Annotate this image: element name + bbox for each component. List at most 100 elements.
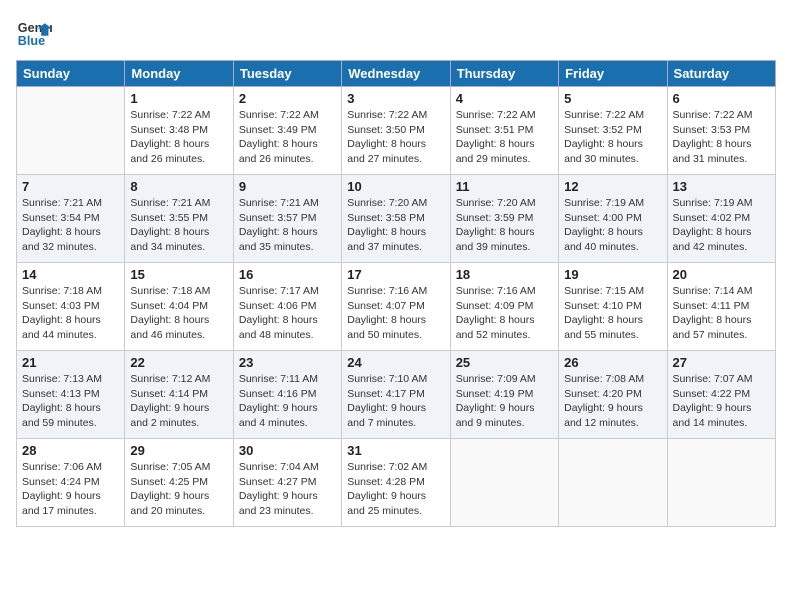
calendar-cell: 21 Sunrise: 7:13 AMSunset: 4:13 PMDayligh… — [17, 351, 125, 439]
day-info: Sunrise: 7:08 AMSunset: 4:20 PMDaylight:… — [564, 372, 661, 431]
page-header: General Blue — [16, 16, 776, 52]
calendar-cell: 31 Sunrise: 7:02 AMSunset: 4:28 PMDayligh… — [342, 439, 450, 527]
calendar-cell: 8 Sunrise: 7:21 AMSunset: 3:55 PMDaylight… — [125, 175, 233, 263]
day-info: Sunrise: 7:21 AMSunset: 3:57 PMDaylight:… — [239, 196, 336, 255]
day-number: 17 — [347, 267, 444, 282]
day-info: Sunrise: 7:22 AMSunset: 3:53 PMDaylight:… — [673, 108, 770, 167]
day-info: Sunrise: 7:21 AMSunset: 3:55 PMDaylight:… — [130, 196, 227, 255]
day-header-thursday: Thursday — [450, 61, 558, 87]
calendar-table: SundayMondayTuesdayWednesdayThursdayFrid… — [16, 60, 776, 527]
calendar-week-row: 7 Sunrise: 7:21 AMSunset: 3:54 PMDaylight… — [17, 175, 776, 263]
day-info: Sunrise: 7:18 AMSunset: 4:04 PMDaylight:… — [130, 284, 227, 343]
calendar-cell: 15 Sunrise: 7:18 AMSunset: 4:04 PMDayligh… — [125, 263, 233, 351]
calendar-cell: 5 Sunrise: 7:22 AMSunset: 3:52 PMDaylight… — [559, 87, 667, 175]
day-number: 28 — [22, 443, 119, 458]
day-number: 7 — [22, 179, 119, 194]
calendar-cell: 11 Sunrise: 7:20 AMSunset: 3:59 PMDayligh… — [450, 175, 558, 263]
day-info: Sunrise: 7:10 AMSunset: 4:17 PMDaylight:… — [347, 372, 444, 431]
calendar-cell: 10Sunrise: 7:20 AMSunset: 3:58 PMDayligh… — [342, 175, 450, 263]
calendar-cell: 14Sunrise: 7:18 AMSunset: 4:03 PMDayligh… — [17, 263, 125, 351]
calendar-week-row: 1Sunrise: 7:22 AMSunset: 3:48 PMDaylight… — [17, 87, 776, 175]
calendar-cell: 13Sunrise: 7:19 AMSunset: 4:02 PMDayligh… — [667, 175, 775, 263]
calendar-cell — [667, 439, 775, 527]
calendar-cell: 18Sunrise: 7:16 AMSunset: 4:09 PMDayligh… — [450, 263, 558, 351]
day-number: 27 — [673, 355, 770, 370]
calendar-cell: 6 Sunrise: 7:22 AMSunset: 3:53 PMDaylight… — [667, 87, 775, 175]
day-info: Sunrise: 7:04 AMSunset: 4:27 PMDaylight:… — [239, 460, 336, 519]
day-number: 12 — [564, 179, 661, 194]
day-number: 19 — [564, 267, 661, 282]
day-number: 25 — [456, 355, 553, 370]
day-info: Sunrise: 7:22 AMSunset: 3:49 PMDaylight:… — [239, 108, 336, 167]
day-number: 22 — [130, 355, 227, 370]
day-info: Sunrise: 7:15 AMSunset: 4:10 PMDaylight:… — [564, 284, 661, 343]
day-number: 3 — [347, 91, 444, 106]
day-info: Sunrise: 7:17 AMSunset: 4:06 PMDaylight:… — [239, 284, 336, 343]
day-info: Sunrise: 7:09 AMSunset: 4:19 PMDaylight:… — [456, 372, 553, 431]
day-number: 8 — [130, 179, 227, 194]
day-info: Sunrise: 7:20 AMSunset: 3:59 PMDaylight:… — [456, 196, 553, 255]
calendar-cell: 23 Sunrise: 7:11 AMSunset: 4:16 PMDayligh… — [233, 351, 341, 439]
day-header-sunday: Sunday — [17, 61, 125, 87]
calendar-cell: 30Sunrise: 7:04 AMSunset: 4:27 PMDayligh… — [233, 439, 341, 527]
day-number: 6 — [673, 91, 770, 106]
day-info: Sunrise: 7:16 AMSunset: 4:09 PMDaylight:… — [456, 284, 553, 343]
calendar-cell: 25 Sunrise: 7:09 AMSunset: 4:19 PMDayligh… — [450, 351, 558, 439]
day-info: Sunrise: 7:12 AMSunset: 4:14 PMDaylight:… — [130, 372, 227, 431]
day-info: Sunrise: 7:22 AMSunset: 3:50 PMDaylight:… — [347, 108, 444, 167]
day-number: 5 — [564, 91, 661, 106]
day-number: 2 — [239, 91, 336, 106]
day-number: 11 — [456, 179, 553, 194]
day-info: Sunrise: 7:22 AMSunset: 3:48 PMDaylight:… — [130, 108, 227, 167]
calendar-cell: 20 Sunrise: 7:14 AMSunset: 4:11 PMDayligh… — [667, 263, 775, 351]
day-info: Sunrise: 7:13 AMSunset: 4:13 PMDaylight:… — [22, 372, 119, 431]
day-number: 4 — [456, 91, 553, 106]
calendar-cell: 7 Sunrise: 7:21 AMSunset: 3:54 PMDaylight… — [17, 175, 125, 263]
day-info: Sunrise: 7:06 AMSunset: 4:24 PMDaylight:… — [22, 460, 119, 519]
day-number: 23 — [239, 355, 336, 370]
calendar-cell: 3 Sunrise: 7:22 AMSunset: 3:50 PMDaylight… — [342, 87, 450, 175]
calendar-cell — [450, 439, 558, 527]
day-info: Sunrise: 7:18 AMSunset: 4:03 PMDaylight:… — [22, 284, 119, 343]
calendar-cell: 4 Sunrise: 7:22 AMSunset: 3:51 PMDaylight… — [450, 87, 558, 175]
calendar-cell: 12 Sunrise: 7:19 AMSunset: 4:00 PMDayligh… — [559, 175, 667, 263]
calendar-cell: 24 Sunrise: 7:10 AMSunset: 4:17 PMDayligh… — [342, 351, 450, 439]
day-number: 13 — [673, 179, 770, 194]
calendar-cell: 1Sunrise: 7:22 AMSunset: 3:48 PMDaylight… — [125, 87, 233, 175]
day-info: Sunrise: 7:14 AMSunset: 4:11 PMDaylight:… — [673, 284, 770, 343]
day-number: 21 — [22, 355, 119, 370]
day-info: Sunrise: 7:22 AMSunset: 3:51 PMDaylight:… — [456, 108, 553, 167]
day-header-monday: Monday — [125, 61, 233, 87]
day-info: Sunrise: 7:05 AMSunset: 4:25 PMDaylight:… — [130, 460, 227, 519]
day-info: Sunrise: 7:16 AMSunset: 4:07 PMDaylight:… — [347, 284, 444, 343]
day-number: 31 — [347, 443, 444, 458]
calendar-cell — [17, 87, 125, 175]
calendar-cell: 17 Sunrise: 7:16 AMSunset: 4:07 PMDayligh… — [342, 263, 450, 351]
day-info: Sunrise: 7:19 AMSunset: 4:00 PMDaylight:… — [564, 196, 661, 255]
calendar-cell — [559, 439, 667, 527]
day-info: Sunrise: 7:22 AMSunset: 3:52 PMDaylight:… — [564, 108, 661, 167]
day-info: Sunrise: 7:11 AMSunset: 4:16 PMDaylight:… — [239, 372, 336, 431]
day-info: Sunrise: 7:21 AMSunset: 3:54 PMDaylight:… — [22, 196, 119, 255]
calendar-cell: 9 Sunrise: 7:21 AMSunset: 3:57 PMDaylight… — [233, 175, 341, 263]
day-number: 16 — [239, 267, 336, 282]
calendar-cell: 27 Sunrise: 7:07 AMSunset: 4:22 PMDayligh… — [667, 351, 775, 439]
day-number: 15 — [130, 267, 227, 282]
calendar-week-row: 14Sunrise: 7:18 AMSunset: 4:03 PMDayligh… — [17, 263, 776, 351]
calendar-week-row: 21 Sunrise: 7:13 AMSunset: 4:13 PMDayligh… — [17, 351, 776, 439]
day-number: 10 — [347, 179, 444, 194]
day-header-friday: Friday — [559, 61, 667, 87]
calendar-week-row: 28 Sunrise: 7:06 AMSunset: 4:24 PMDayligh… — [17, 439, 776, 527]
day-number: 24 — [347, 355, 444, 370]
calendar-cell: 26 Sunrise: 7:08 AMSunset: 4:20 PMDayligh… — [559, 351, 667, 439]
logo: General Blue — [16, 16, 52, 52]
day-info: Sunrise: 7:07 AMSunset: 4:22 PMDaylight:… — [673, 372, 770, 431]
day-number: 9 — [239, 179, 336, 194]
day-number: 20 — [673, 267, 770, 282]
calendar-cell: 16 Sunrise: 7:17 AMSunset: 4:06 PMDayligh… — [233, 263, 341, 351]
day-number: 26 — [564, 355, 661, 370]
day-header-wednesday: Wednesday — [342, 61, 450, 87]
day-number: 29 — [130, 443, 227, 458]
svg-text:Blue: Blue — [18, 34, 45, 48]
day-info: Sunrise: 7:02 AMSunset: 4:28 PMDaylight:… — [347, 460, 444, 519]
